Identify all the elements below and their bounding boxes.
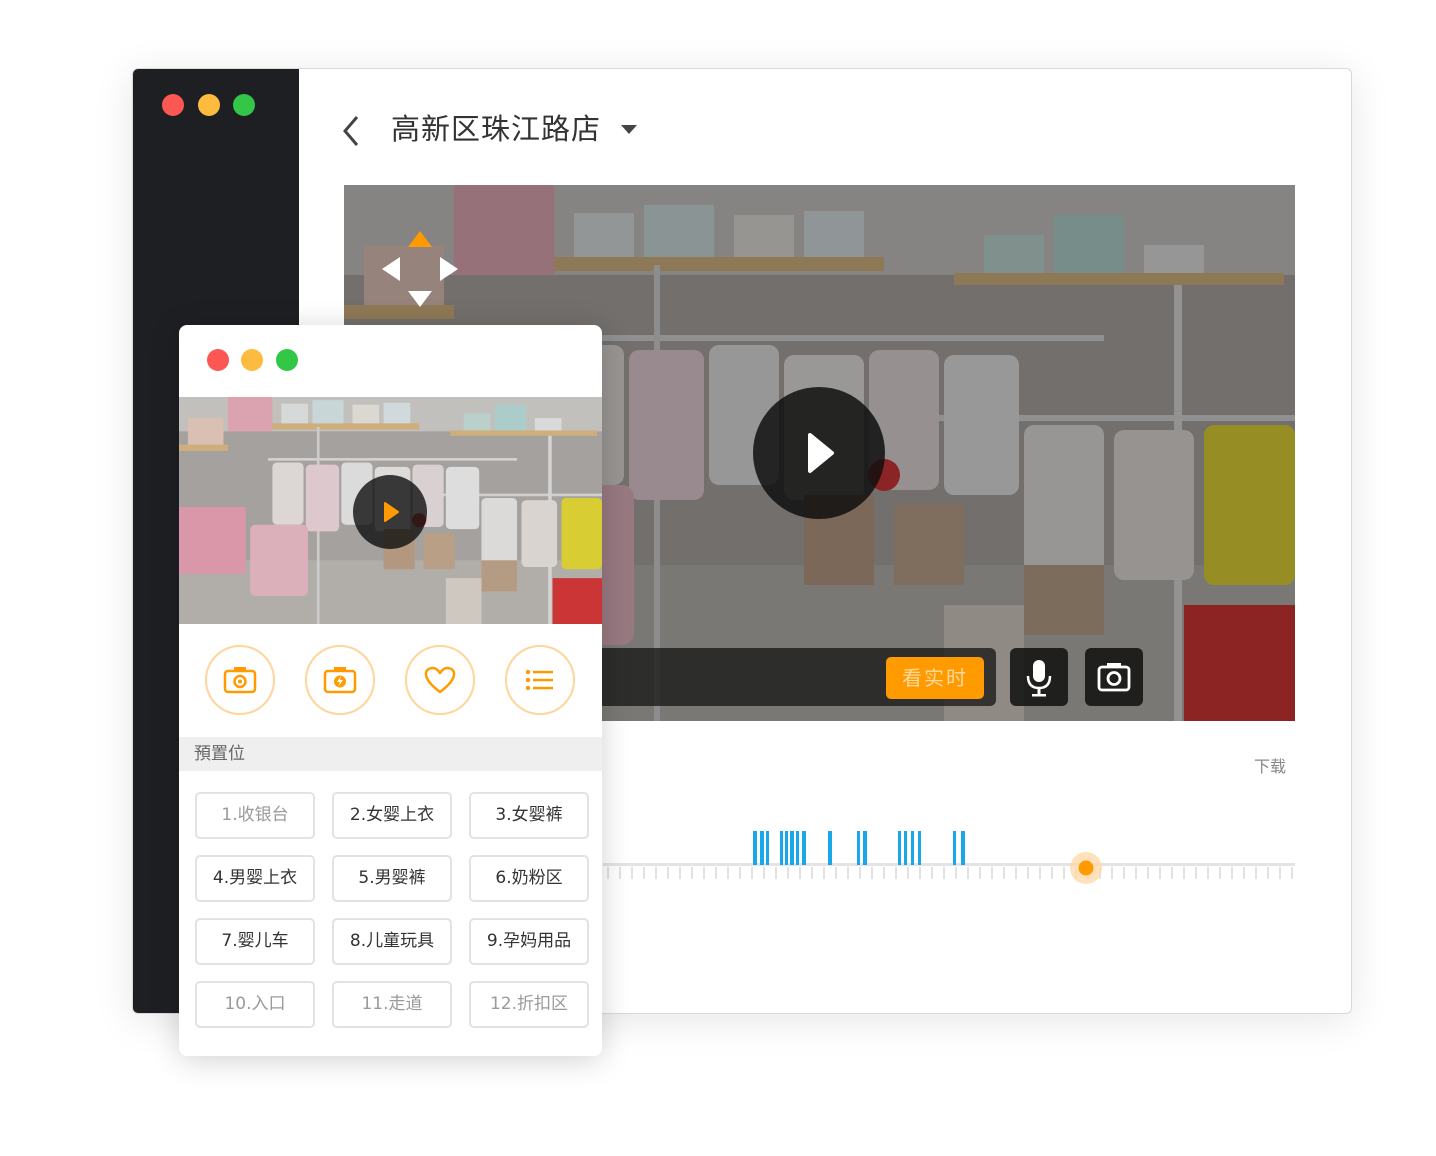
caret-down-icon	[621, 125, 637, 134]
popup-close-button[interactable]	[207, 349, 229, 371]
popup-window: 預置位 1.收银台 2.女婴上衣 3.女婴裤 4.男婴上衣 5.男婴裤 6.奶粉…	[179, 325, 602, 1056]
ptz-right-arrow	[440, 257, 458, 281]
popup-minimize-button[interactable]	[241, 349, 263, 371]
maximize-window-button[interactable]	[233, 94, 255, 116]
capture-flash-button[interactable]	[305, 645, 375, 715]
preset-button[interactable]: 1.收银台	[195, 792, 315, 839]
timeline-playhead	[1078, 860, 1094, 876]
snapshot-button[interactable]	[1085, 648, 1143, 706]
camera-icon	[223, 667, 257, 694]
play-icon	[384, 502, 399, 522]
preset-button[interactable]: 2.女婴上衣	[332, 792, 452, 839]
ptz-left-arrow	[382, 257, 400, 281]
camera-icon	[1097, 663, 1131, 692]
popup-maximize-button[interactable]	[276, 349, 298, 371]
ptz-direction-control[interactable]	[380, 227, 460, 311]
preset-button[interactable]: 6.奶粉区	[469, 855, 589, 902]
recording-segments	[753, 831, 965, 865]
action-button-row	[179, 645, 602, 721]
playback-timeline[interactable]	[603, 821, 1295, 891]
ptz-down-arrow	[408, 291, 432, 307]
back-button[interactable]	[337, 113, 367, 149]
preset-button[interactable]: 11.走道	[332, 981, 452, 1028]
download-link[interactable]: 下载	[1254, 753, 1286, 777]
capture-button[interactable]	[205, 645, 275, 715]
favorite-button[interactable]	[405, 645, 475, 715]
play-icon	[808, 433, 834, 473]
preset-button[interactable]: 9.孕妈用品	[469, 918, 589, 965]
preset-button[interactable]: 5.男婴裤	[332, 855, 452, 902]
timeline-ticks	[607, 867, 1293, 879]
minimize-window-button[interactable]	[198, 94, 220, 116]
preset-section-header: 預置位	[179, 737, 602, 771]
preset-button[interactable]: 10.入口	[195, 981, 315, 1028]
preset-button[interactable]: 7.婴儿车	[195, 918, 315, 965]
popup-video-player[interactable]	[179, 397, 602, 624]
heart-icon	[424, 666, 456, 694]
preset-button[interactable]: 3.女婴裤	[469, 792, 589, 839]
play-button[interactable]	[753, 387, 885, 519]
chevron-left-icon	[343, 116, 359, 146]
timeline-track	[603, 863, 1295, 866]
store-title[interactable]: 高新区珠江路店	[391, 109, 601, 149]
preset-button[interactable]: 4.男婴上衣	[195, 855, 315, 902]
popup-play-button[interactable]	[353, 475, 427, 549]
ptz-up-arrow	[408, 231, 432, 247]
camera-flash-icon	[323, 667, 357, 694]
preset-button[interactable]: 8.儿童玩具	[332, 918, 452, 965]
preset-list-button[interactable]	[505, 645, 575, 715]
microphone-button[interactable]	[1010, 648, 1068, 706]
store-dropdown-button[interactable]	[619, 121, 639, 140]
microphone-icon	[1026, 660, 1052, 697]
close-window-button[interactable]	[162, 94, 184, 116]
list-icon	[525, 669, 553, 691]
preset-grid: 1.收银台 2.女婴上衣 3.女婴裤 4.男婴上衣 5.男婴裤 6.奶粉区 7.…	[195, 792, 590, 1028]
live-view-button[interactable]: 看实时	[886, 657, 984, 699]
preset-button[interactable]: 12.折扣区	[469, 981, 589, 1028]
